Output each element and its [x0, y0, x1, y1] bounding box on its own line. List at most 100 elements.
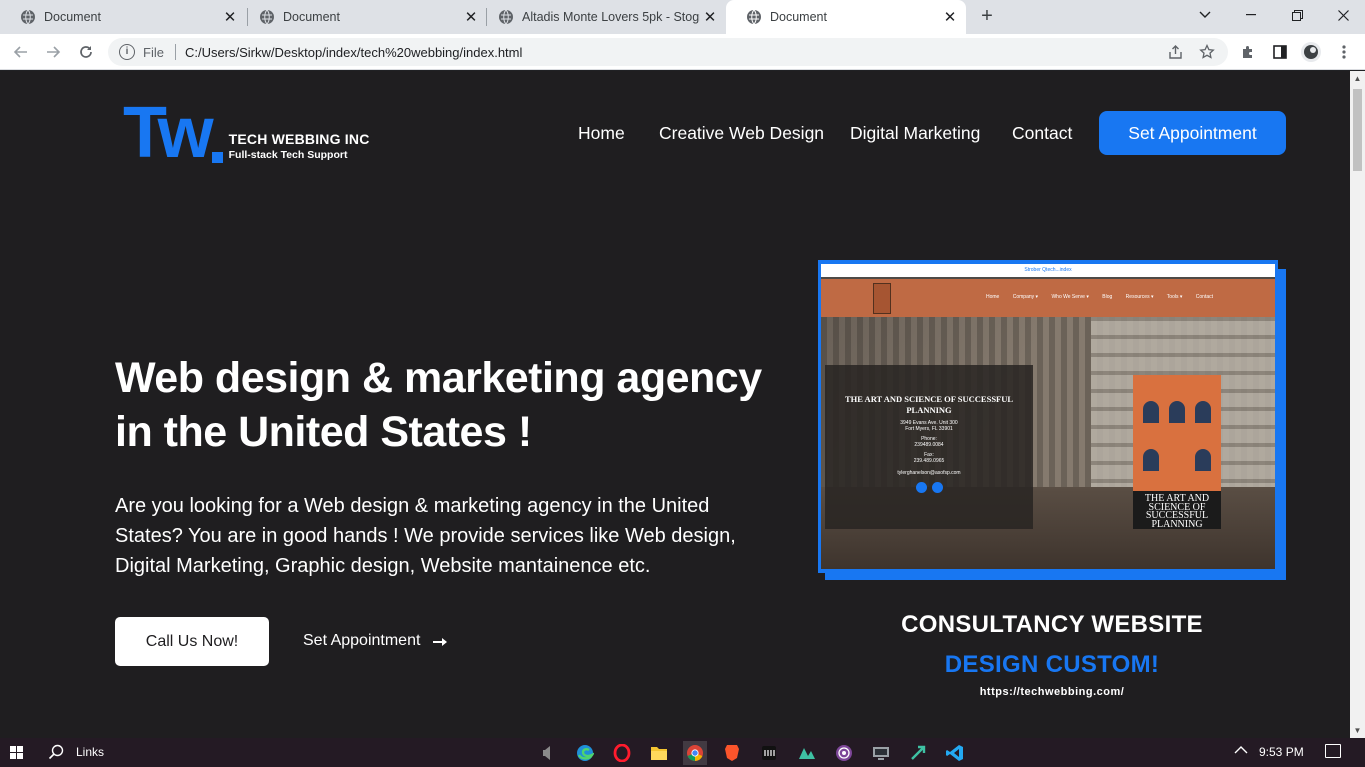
- share-icon[interactable]: [1165, 42, 1185, 62]
- facebook-icon: [915, 482, 927, 493]
- close-tab-icon[interactable]: ✕: [220, 7, 240, 27]
- close-tab-icon[interactable]: ✕: [940, 7, 960, 27]
- terminal-app-icon[interactable]: [757, 741, 781, 765]
- nav-home-wrap: Home: [578, 123, 625, 144]
- tab-search-chevron-icon[interactable]: [1182, 0, 1228, 30]
- opera-icon[interactable]: [610, 741, 634, 765]
- notification-center-icon[interactable]: [1325, 744, 1341, 758]
- nav-digital-marketing-wrap: Digital Marketing: [850, 123, 980, 144]
- back-arrow-icon[interactable]: [8, 39, 34, 65]
- mock-card-line: tylerghanelson@asofsp.com: [897, 470, 961, 476]
- url-text[interactable]: C:/Users/Sirkw/Desktop/index/tech%20webb…: [185, 45, 522, 60]
- search-icon[interactable]: [48, 744, 64, 760]
- audio-app-icon[interactable]: [535, 741, 559, 765]
- nav-link-home[interactable]: Home: [578, 123, 625, 144]
- browser-tab-strip: Document ✕ Document ✕ Altadis Monte Love…: [0, 0, 1365, 34]
- address-bar[interactable]: i File C:/Users/Sirkw/Desktop/index/tech…: [108, 38, 1228, 66]
- device-manager-icon[interactable]: [869, 741, 893, 765]
- hero-title: Web design & marketing agency in the Uni…: [115, 354, 762, 456]
- maps-app-icon[interactable]: [795, 741, 819, 765]
- taskbar-search-label[interactable]: Links: [76, 745, 104, 759]
- minimize-icon[interactable]: [1228, 0, 1274, 30]
- logo-dot: [211, 152, 223, 163]
- mock-book-cover: THE ART AND SCIENCE OF SUCCESSFUL PLANNI…: [1133, 375, 1221, 529]
- globe-icon: [21, 9, 35, 25]
- new-tab-icon[interactable]: +: [976, 6, 998, 28]
- mock-card-line: 239489.0084: [914, 442, 944, 448]
- browser-tab[interactable]: Altadis Monte Lovers 5pk - Stogi ✕: [478, 0, 726, 34]
- scroll-up-arrow-icon[interactable]: ▲: [1353, 74, 1362, 83]
- mock-site-header: Home Company ▾ Who We Serve ▾ Blog Resou…: [821, 279, 1275, 317]
- close-window-icon[interactable]: [1320, 0, 1365, 30]
- browser-tab[interactable]: Document ✕: [239, 0, 487, 34]
- scroll-down-arrow-icon[interactable]: ▼: [1353, 726, 1362, 735]
- set-appointment-button[interactable]: Set Appointment: [1099, 111, 1286, 155]
- file-explorer-icon[interactable]: [647, 741, 671, 765]
- nav-link-creative-web-design[interactable]: Creative Web Design: [659, 123, 824, 144]
- nav-web-design-wrap: Creative Web Design: [659, 123, 824, 144]
- hero-description: Are you looking for a Web design & marke…: [115, 495, 736, 577]
- tab-title: Document: [283, 10, 340, 24]
- mock-menu-item: Who We Serve ▾: [1051, 294, 1089, 300]
- site-logo[interactable]: Tw TECH WEBBING INC Full-stack Tech Supp…: [123, 93, 370, 173]
- mock-card-line: 239.489.0965: [913, 458, 945, 464]
- mock-contact-card: THE ART AND SCIENCE OF SUCCESSFUL PLANNI…: [825, 365, 1033, 529]
- browser-tab[interactable]: Document ✕: [0, 0, 246, 34]
- globe-icon: [747, 9, 761, 25]
- bookmark-star-icon[interactable]: [1197, 42, 1217, 62]
- mock-social-icons: [825, 482, 1033, 493]
- tab-title: Document: [44, 10, 101, 24]
- show-hidden-icons-chevron-icon[interactable]: [1234, 743, 1248, 760]
- tab-title: Altadis Monte Lovers 5pk - Stogi: [522, 10, 700, 24]
- url-scheme: File: [143, 44, 164, 60]
- scrollbar-thumb[interactable]: [1353, 89, 1362, 171]
- vscode-icon[interactable]: [943, 741, 967, 765]
- side-panel-icon[interactable]: [1267, 39, 1293, 65]
- set-appointment-link-label: Set Appointment: [303, 632, 421, 649]
- page-scrollbar[interactable]: ▲ ▼: [1350, 71, 1365, 738]
- close-tab-icon[interactable]: ✕: [700, 7, 720, 27]
- reload-icon[interactable]: [73, 39, 99, 65]
- browser-tab-active[interactable]: Document ✕: [726, 0, 966, 34]
- taskbar-clock[interactable]: 9:53 PM: [1259, 745, 1304, 759]
- tor-browser-icon[interactable]: [832, 741, 856, 765]
- edge-browser-icon[interactable]: [573, 741, 597, 765]
- logo-mark: Tw: [123, 93, 214, 173]
- python-idle-icon[interactable]: [906, 741, 930, 765]
- restore-icon[interactable]: [1274, 0, 1320, 30]
- brave-browser-icon[interactable]: [720, 741, 744, 765]
- nav-link-contact[interactable]: Contact: [1012, 123, 1072, 144]
- call-us-now-button[interactable]: Call Us Now!: [115, 617, 269, 666]
- portfolio-screenshot: Strober Qtech...index Home Company ▾ Who…: [818, 260, 1278, 573]
- linkedin-icon: [931, 482, 943, 493]
- mock-menu-item: Blog: [1102, 294, 1113, 300]
- portfolio-caption-subtitle: DESIGN CUSTOM!: [944, 651, 1160, 678]
- profile-avatar[interactable]: [1298, 39, 1324, 65]
- mock-menu: Home Company ▾ Who We Serve ▾ Blog Resou…: [986, 294, 1225, 300]
- url-divider: [174, 44, 176, 60]
- mock-book-caption: THE ART AND SCIENCE OF SUCCESSFUL PLANNI…: [1133, 491, 1221, 529]
- logo-tagline: Full-stack Tech Support: [228, 149, 348, 161]
- nav-link-digital-marketing[interactable]: Digital Marketing: [850, 123, 980, 144]
- mock-card-line: Fort Myers, FL 33901: [905, 426, 953, 432]
- mock-card-heading: THE ART AND SCIENCE OF SUCCESSFUL PLANNI…: [844, 394, 1014, 415]
- extensions-puzzle-icon[interactable]: [1235, 39, 1261, 65]
- mock-menu-item: Contact: [1195, 294, 1213, 300]
- windows-start-icon[interactable]: [10, 746, 24, 760]
- site-info-icon[interactable]: i: [119, 44, 135, 60]
- chrome-menu-kebab-icon[interactable]: [1331, 39, 1357, 65]
- tab-title: Document: [770, 10, 827, 24]
- portfolio-caption-title: CONSULTANCY WEBSITE: [901, 611, 1203, 638]
- mock-menu-item: Tools ▾: [1166, 294, 1183, 300]
- windows-taskbar: Links 9:53 PM: [0, 738, 1365, 767]
- chrome-icon[interactable]: [683, 741, 707, 765]
- nav-contact-wrap: Contact: [1012, 123, 1072, 144]
- mock-menu-item: Resources ▾: [1125, 294, 1154, 300]
- mock-url-bar: Strober Qtech...index: [821, 264, 1275, 277]
- set-appointment-link[interactable]: Set Appointment: [303, 632, 448, 650]
- browser-toolbar: i File C:/Users/Sirkw/Desktop/index/tech…: [0, 34, 1365, 70]
- portfolio-caption-url[interactable]: https://techwebbing.com/: [818, 686, 1286, 698]
- logo-company-name: TECH WEBBING INC: [228, 131, 370, 147]
- mock-menu-item: Company ▾: [1012, 294, 1039, 300]
- forward-arrow-icon[interactable]: [40, 39, 66, 65]
